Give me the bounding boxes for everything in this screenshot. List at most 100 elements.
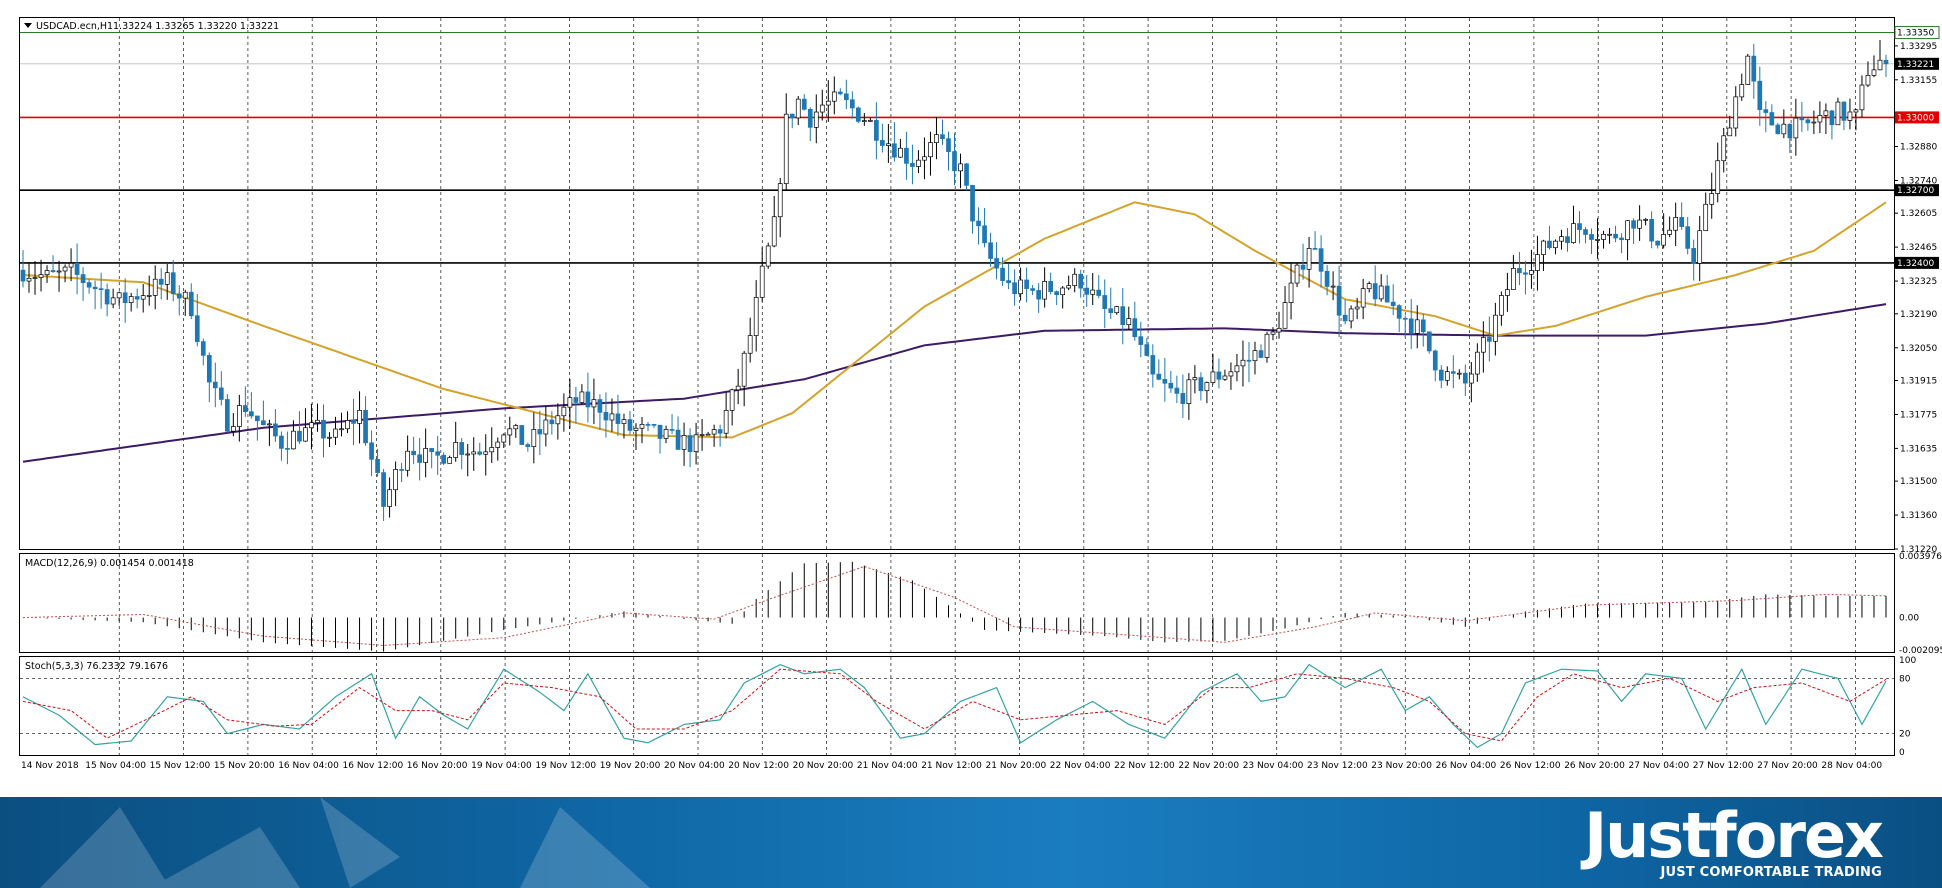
candle-body	[1324, 270, 1330, 287]
candle-body	[627, 419, 633, 431]
x-tick-label: 16 Nov 04:00	[278, 761, 339, 771]
candle-body	[645, 424, 651, 426]
candle-body	[1769, 112, 1775, 126]
x-tick-label: 20 Nov 04:00	[664, 761, 725, 771]
candle-body	[886, 143, 891, 146]
candle-body	[255, 415, 260, 422]
candle-body	[910, 162, 915, 167]
candle-body	[1877, 59, 1883, 71]
candle-body	[1697, 230, 1703, 264]
brand-logo[interactable]: Justforex	[1584, 799, 1884, 872]
candle-body	[970, 185, 975, 222]
candle-body	[321, 419, 326, 439]
price-level-label: 1.33000	[1897, 113, 1934, 123]
candle-body	[1342, 314, 1348, 322]
brand-tagline: JUST COMFORTABLE TRADING	[1660, 865, 1882, 880]
candle-body	[1366, 283, 1372, 290]
candle-body	[134, 296, 140, 300]
candle-body	[1252, 350, 1258, 362]
candle-body	[819, 104, 825, 113]
candle-body	[519, 425, 525, 445]
candle-body	[1793, 117, 1799, 139]
candle-body	[585, 391, 591, 408]
candle-body	[435, 451, 441, 456]
candle-body	[1547, 240, 1552, 249]
candle-body	[1138, 336, 1144, 345]
candle-body	[1414, 319, 1420, 334]
candle-body	[230, 426, 236, 432]
x-tick-label: 15 Nov 12:00	[150, 761, 211, 771]
x-tick-label: 21 Nov 20:00	[986, 761, 1047, 771]
candle-body	[874, 120, 879, 141]
candle-body	[285, 448, 290, 450]
candle-body	[176, 293, 182, 299]
candle-body	[26, 277, 32, 282]
candle-body	[741, 352, 747, 387]
candle-body	[753, 296, 759, 336]
candle-body	[1661, 234, 1666, 246]
x-tick-label: 21 Nov 04:00	[857, 761, 918, 771]
candle-body	[669, 429, 675, 431]
candle-body	[795, 98, 801, 119]
x-tick-label: 19 Nov 20:00	[600, 761, 661, 771]
y-tick-label: 1.31360	[1900, 511, 1937, 521]
x-tick-label: 23 Nov 04:00	[1243, 761, 1304, 771]
candle-body	[675, 429, 681, 450]
candle-body	[789, 113, 795, 119]
candle-body	[1426, 331, 1432, 352]
candle-body	[591, 399, 597, 408]
trading-chart[interactable]: 1.33350 1.33000 1.32700 1.32400 1.33221 0.00…	[0, 0, 1942, 797]
candle-body	[1000, 267, 1005, 281]
candle-body	[465, 453, 471, 456]
candle-body	[1733, 96, 1739, 129]
candle-body	[297, 430, 302, 442]
y-tick-label: 1.31775	[1900, 410, 1937, 420]
candle-body	[717, 429, 723, 434]
candle-body	[56, 270, 62, 273]
candle-body	[964, 163, 969, 186]
candle-body	[1523, 272, 1528, 275]
candle-body	[1180, 393, 1186, 404]
candle-body	[855, 107, 861, 122]
x-tick-label: 23 Nov 12:00	[1307, 761, 1368, 771]
candle-body	[1817, 115, 1823, 123]
candle-body	[68, 263, 74, 268]
candle-body	[1234, 365, 1240, 373]
candle-body	[1481, 337, 1486, 353]
candle-body	[188, 291, 194, 317]
candle-body	[1186, 379, 1192, 404]
candle-body	[146, 295, 152, 297]
candle-body	[615, 413, 621, 424]
candle-body	[381, 472, 386, 507]
candle-body	[182, 291, 188, 299]
candle-body	[116, 292, 122, 299]
candle-body	[681, 435, 687, 450]
candle-body	[273, 423, 278, 437]
candle-body	[399, 469, 404, 471]
candle-body	[1673, 217, 1679, 231]
candle-body	[1336, 285, 1342, 316]
candle-body	[765, 245, 771, 267]
candle-body	[1559, 236, 1564, 242]
candle-body	[1282, 302, 1288, 329]
x-tick-label: 20 Nov 12:00	[728, 761, 789, 771]
footer-banner: Justforex JUST COMFORTABLE TRADING	[0, 797, 1942, 888]
candle-body	[1565, 236, 1570, 243]
candle-body	[357, 409, 362, 424]
candle-body	[1763, 109, 1769, 113]
candle-body	[1354, 306, 1360, 310]
candle-body	[303, 427, 308, 442]
candle-body	[1264, 333, 1270, 358]
candle-body	[387, 489, 392, 507]
candle-body	[1360, 288, 1366, 308]
candle-body	[1799, 117, 1805, 121]
candle-body	[1066, 285, 1072, 289]
candle-body	[1583, 229, 1588, 235]
candle-body	[1174, 387, 1180, 394]
candle-body	[1456, 372, 1462, 375]
y-tick-label: 1.31915	[1900, 376, 1937, 386]
candle-body	[224, 399, 230, 432]
x-tick-label: 21 Nov 12:00	[921, 761, 982, 771]
x-tick-label: 26 Nov 20:00	[1564, 761, 1625, 771]
stoch-y-tick-label: 100	[1899, 656, 1916, 666]
